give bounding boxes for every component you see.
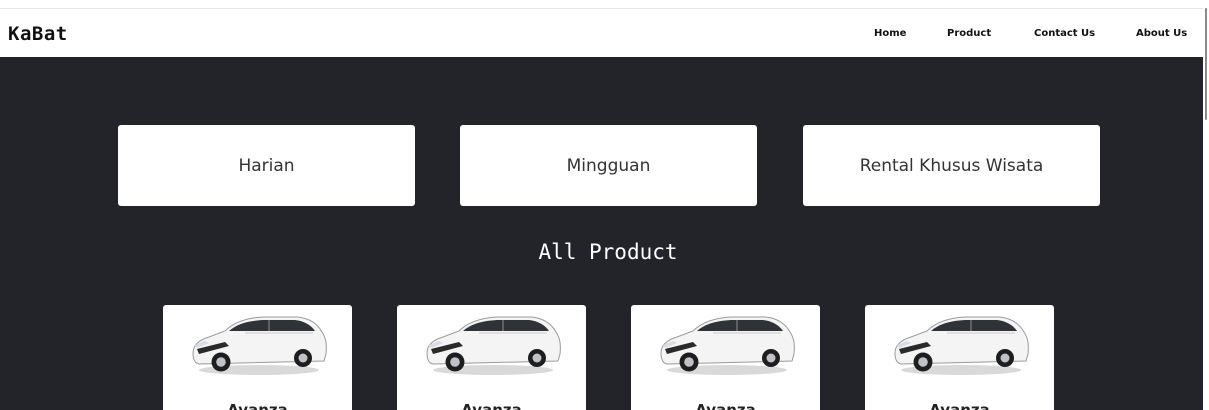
minivan-image: [660, 316, 795, 375]
hero-section: Harian Mingguan Rental Khusus Wisata All…: [0, 57, 1203, 410]
minivan-image: [894, 316, 1029, 375]
category-label: Rental Khusus Wisata: [859, 155, 1044, 176]
minivan-image: [192, 316, 327, 375]
nav-product-link[interactable]: Product: [947, 28, 991, 39]
category-card-harian[interactable]: Harian: [118, 125, 415, 206]
nav-home-link[interactable]: Home: [874, 28, 906, 39]
product-card[interactable]: Avanza: [163, 305, 352, 410]
nav-contact-us-link[interactable]: Contact Us: [1034, 28, 1095, 39]
product-name: Avanza: [227, 401, 288, 410]
brand-logo[interactable]: KaBat: [8, 23, 68, 45]
navbar: KaBat Home Product Contact Us About Us: [0, 8, 1203, 57]
page: KaBat Home Product Contact Us About Us H…: [0, 0, 1209, 410]
scrollbar-thumb[interactable]: [1205, 8, 1207, 120]
product-card[interactable]: Avanza: [397, 305, 586, 410]
nav-about-us-link[interactable]: About Us: [1136, 28, 1187, 39]
category-card-rental-khusus-wisata[interactable]: Rental Khusus Wisata: [803, 125, 1100, 206]
product-card[interactable]: Avanza: [631, 305, 820, 410]
category-label: Harian: [238, 155, 295, 176]
section-title: All Product: [538, 240, 678, 264]
product-name: Avanza: [929, 401, 990, 410]
category-label: Mingguan: [566, 155, 651, 176]
product-name: Avanza: [461, 401, 522, 410]
category-card-mingguan[interactable]: Mingguan: [460, 125, 757, 206]
product-name: Avanza: [695, 401, 756, 410]
minivan-image: [426, 316, 561, 375]
product-card[interactable]: Avanza: [865, 305, 1054, 410]
